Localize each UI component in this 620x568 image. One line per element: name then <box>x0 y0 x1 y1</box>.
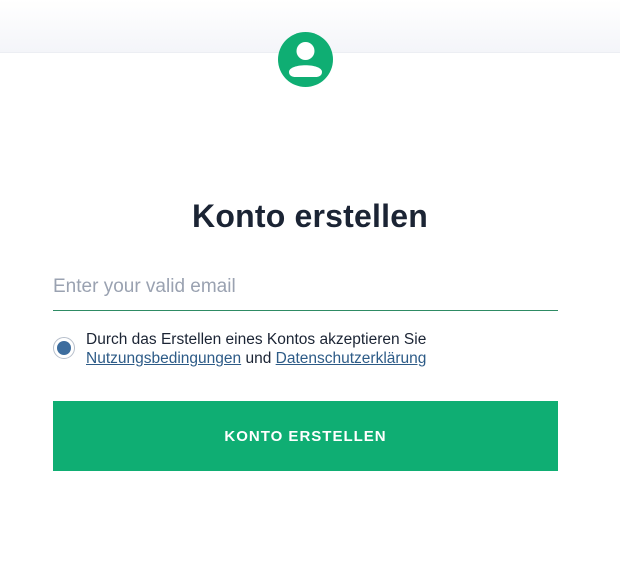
terms-link[interactable]: Nutzungsbedingungen <box>86 350 241 367</box>
consent-connector: und <box>245 350 272 367</box>
create-account-button[interactable]: KONTO ERSTELLEN <box>53 401 558 471</box>
privacy-link[interactable]: Datenschutzerklärung <box>276 350 427 367</box>
radio-dot <box>57 341 71 355</box>
page-title: Konto erstellen <box>192 198 428 234</box>
email-field[interactable] <box>53 264 558 311</box>
consent-radio[interactable] <box>53 337 75 359</box>
consent-text-before: Durch das Erstellen eines Kontos akzepti… <box>86 331 427 348</box>
consent-text: Durch das Erstellen eines Kontos akzepti… <box>86 330 566 368</box>
user-avatar-icon <box>278 32 333 87</box>
